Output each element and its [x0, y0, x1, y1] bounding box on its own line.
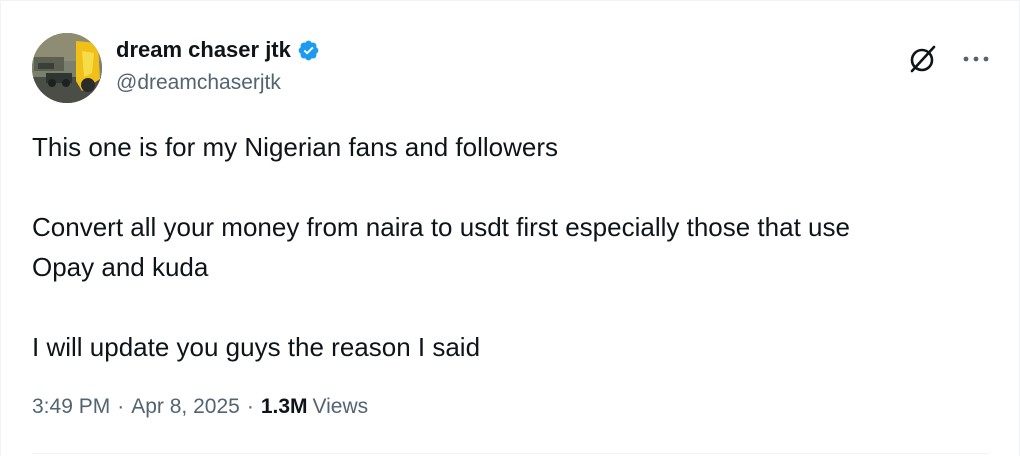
tweet-paragraph: Convert all your money from naira to usd… [32, 212, 850, 242]
views-label: Views [312, 395, 369, 418]
tweet-card: dream chaser jtk @dreamchaserjtk This on… [0, 0, 1020, 456]
author-display-name[interactable]: dream chaser jtk [116, 37, 291, 63]
tweet-meta: 3:49 PM · Apr 8, 2025 · 1.3M Views [32, 395, 368, 419]
views-count[interactable]: 1.3M [261, 395, 308, 419]
tweet-time[interactable]: 3:49 PM [32, 395, 110, 419]
author-name-row: dream chaser jtk [116, 35, 320, 65]
avatar[interactable] [32, 33, 102, 103]
grok-icon[interactable] [907, 43, 939, 75]
meta-separator: · [246, 395, 254, 418]
avatar-image [32, 33, 102, 103]
author-handle[interactable]: @dreamchaserjtk [116, 71, 281, 95]
verified-badge-icon[interactable] [297, 39, 320, 62]
tweet-text: This one is for my Nigerian fans and fol… [32, 127, 992, 367]
more-options-icon[interactable] [959, 49, 993, 69]
divider [32, 453, 988, 454]
tweet-paragraph: I will update you guys the reason I said [32, 332, 481, 362]
tweet-paragraph: This one is for my Nigerian fans and fol… [32, 132, 559, 162]
meta-separator: · [117, 395, 125, 418]
tweet-date[interactable]: Apr 8, 2025 [131, 395, 240, 419]
tweet-paragraph: Opay and kuda [32, 252, 209, 282]
